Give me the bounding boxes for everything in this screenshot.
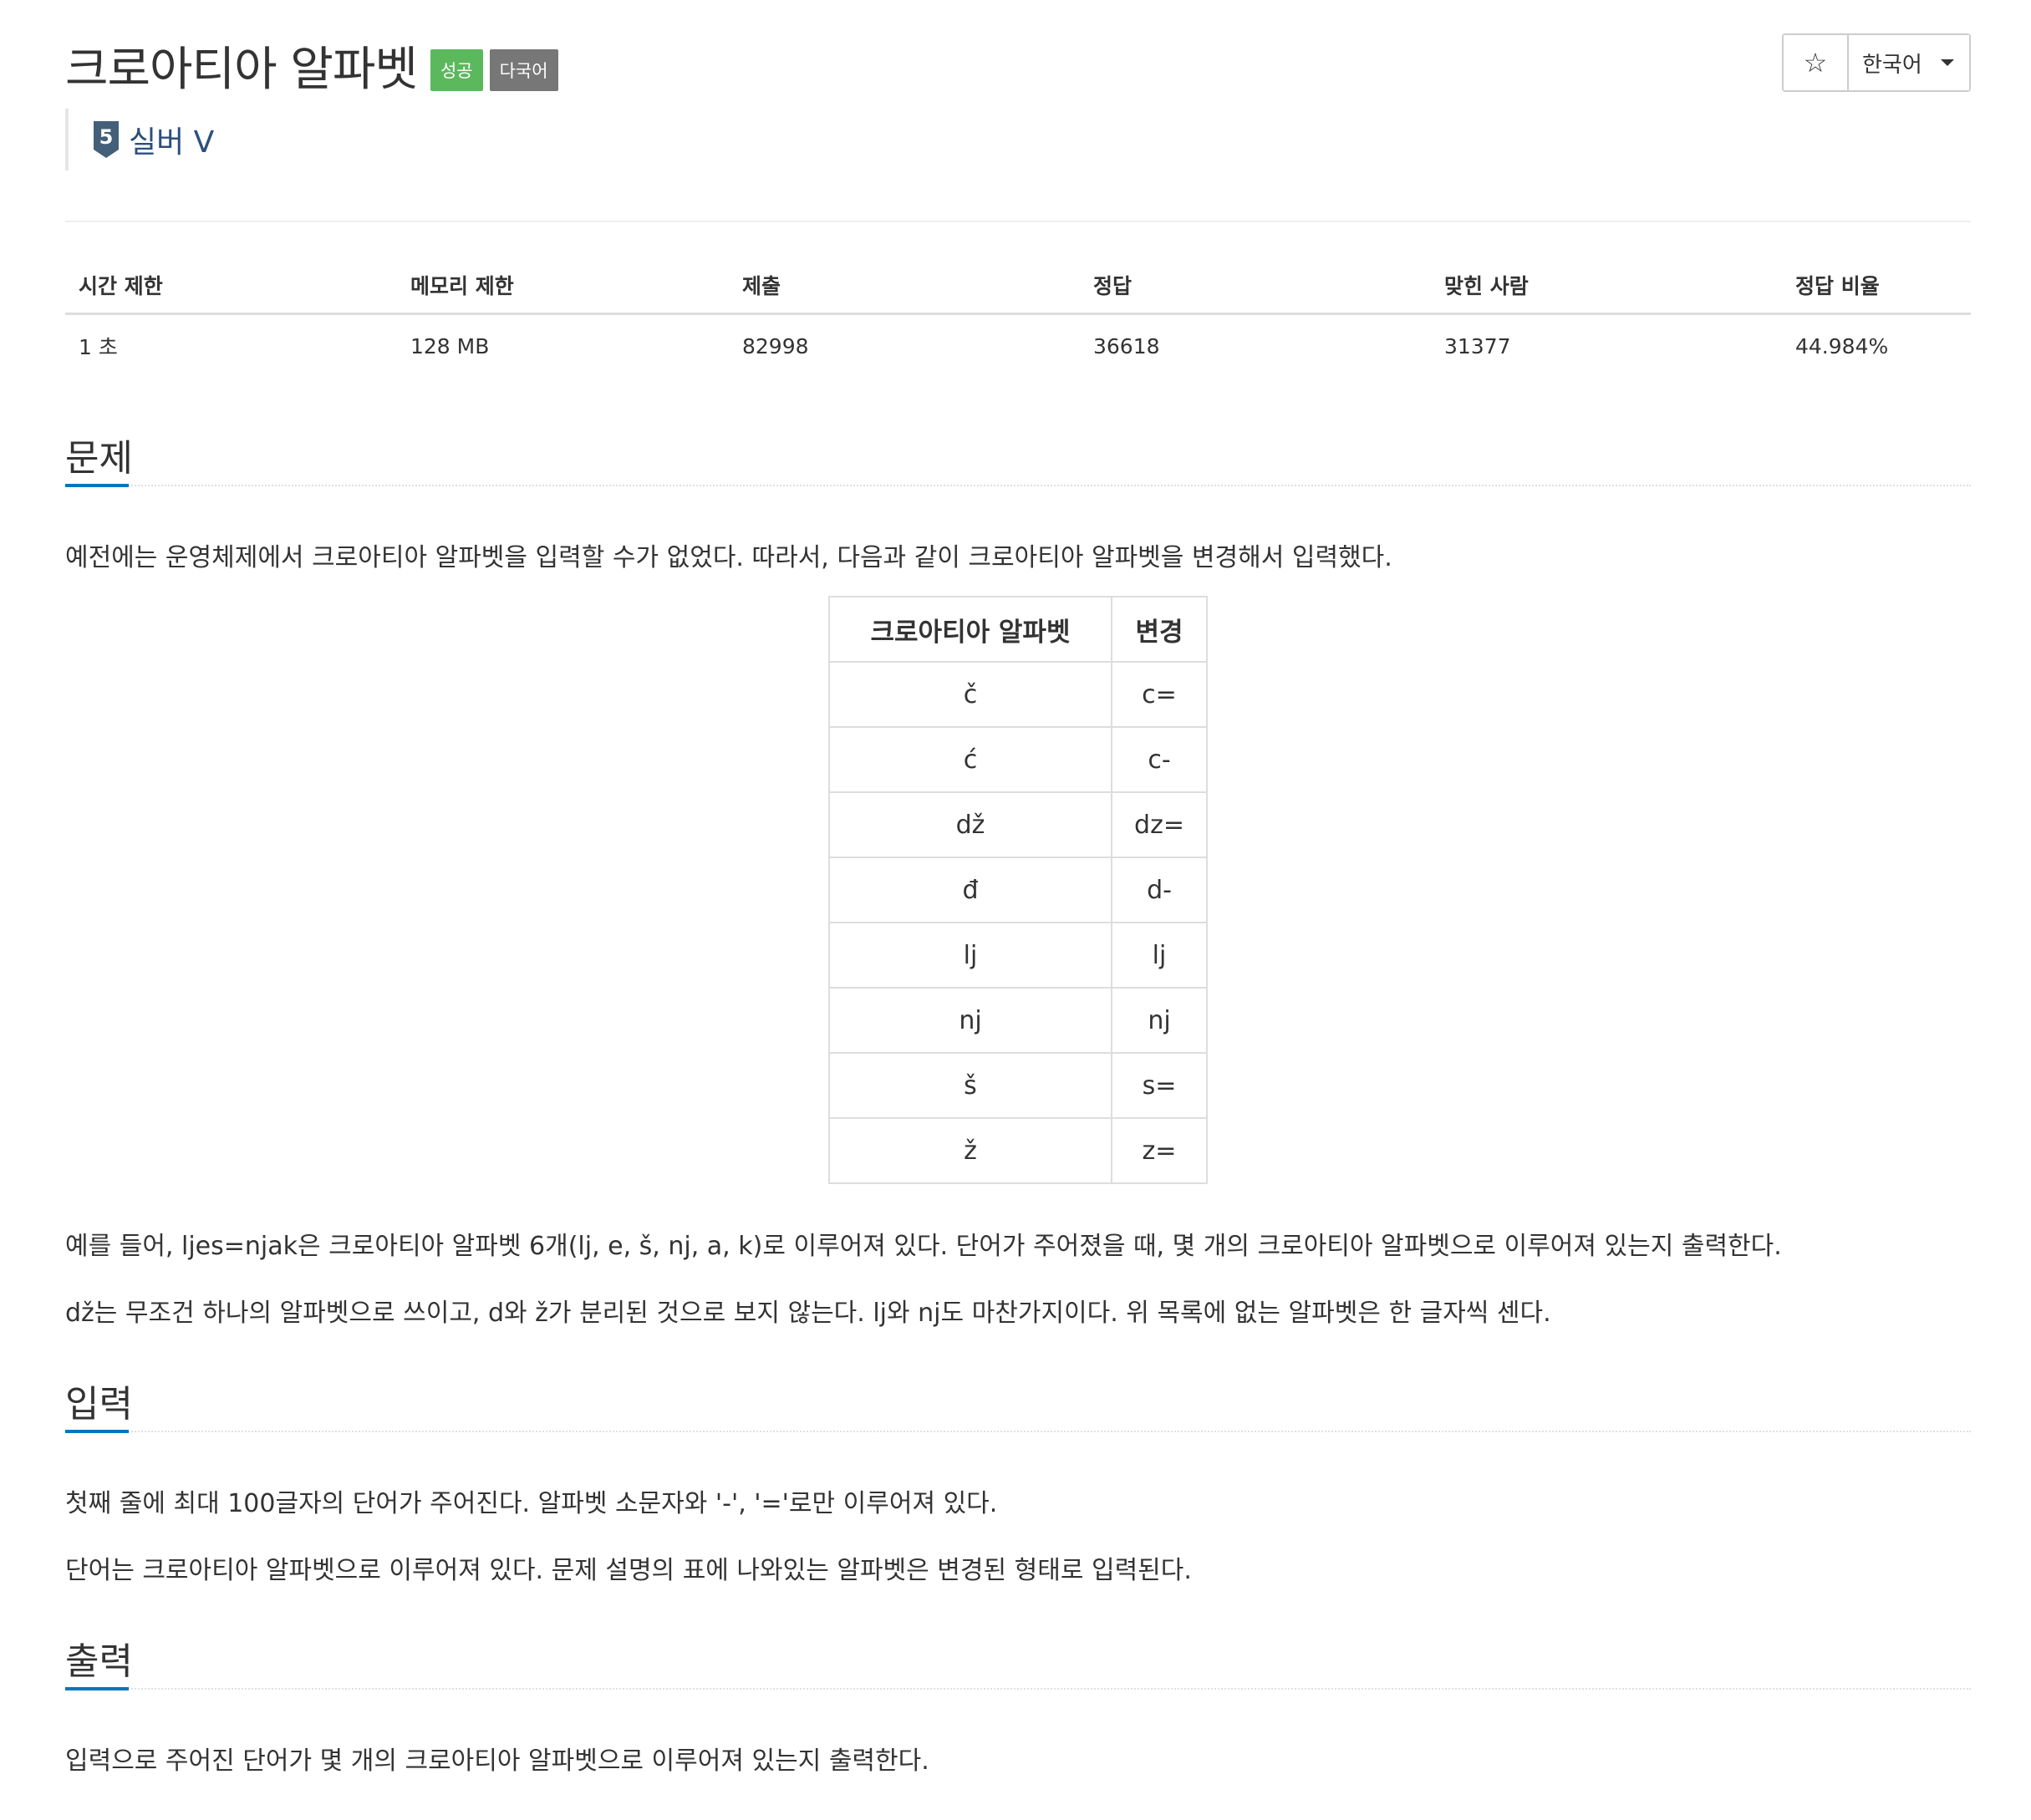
changed-cell: s= xyxy=(1111,1052,1208,1119)
alphabet-col-header: 크로아티아 알파벳 xyxy=(828,596,1112,663)
header-solved-users: 맞힌 사람 xyxy=(1431,257,1782,315)
output-paragraph-1: 입력으로 주어진 단어가 몇 개의 크로아티아 알파벳으로 이루어져 있는지 출… xyxy=(65,1746,929,1776)
description-example: 예를 들어, ljes=njak은 크로아티아 알파벳 6개(lj, e, š,… xyxy=(65,1232,1782,1261)
changed-cell: nj xyxy=(1111,987,1208,1054)
info-value-row: 1 초 128 MB 82998 36618 31377 44.984% xyxy=(65,314,1971,378)
value-accepted[interactable]: 36618 xyxy=(1080,314,1431,378)
table-row: lj lj xyxy=(828,922,1208,989)
table-row: ć c- xyxy=(828,726,1208,793)
description-section-heading: 문제 xyxy=(65,423,1971,487)
input-section-heading: 입력 xyxy=(65,1369,1971,1433)
header-accept-ratio: 정답 비율 xyxy=(1782,257,1971,315)
alphabet-cell: lj xyxy=(828,922,1112,989)
input-heading: 입력 xyxy=(65,1383,133,1426)
table-row: ž z= xyxy=(828,1117,1208,1184)
changed-cell: d- xyxy=(1111,857,1208,923)
table-row: š s= xyxy=(828,1052,1208,1119)
input-paragraph-1: 첫째 줄에 최대 100글자의 단어가 주어진다. 알파벳 소문자와 '-', … xyxy=(65,1489,998,1518)
changed-cell: dz= xyxy=(1111,791,1208,858)
value-submissions[interactable]: 82998 xyxy=(729,314,1080,378)
table-row: đ d- xyxy=(828,857,1208,923)
problem-info-table: 시간 제한 메모리 제한 제출 정답 맞힌 사람 정답 비율 1 초 128 M… xyxy=(65,257,1971,377)
heading-accent xyxy=(65,1687,129,1690)
alphabet-cell: ž xyxy=(828,1117,1112,1184)
silver-tier-icon: 5 xyxy=(94,121,119,158)
star-icon: ☆ xyxy=(1803,47,1828,79)
heading-rule xyxy=(65,1431,1971,1432)
value-memory-limit: 128 MB xyxy=(410,333,490,358)
alphabet-cell: dž xyxy=(828,791,1112,858)
output-section-heading: 출력 xyxy=(65,1626,1971,1690)
description-heading: 문제 xyxy=(65,437,133,480)
favorite-button[interactable]: ☆ xyxy=(1784,35,1849,90)
value-accept-ratio: 44.984% xyxy=(1795,333,1889,358)
alphabet-cell: č xyxy=(828,661,1112,728)
heading-accent xyxy=(65,484,129,487)
changed-cell: z= xyxy=(1111,1117,1208,1184)
header-accepted: 정답 xyxy=(1080,257,1431,315)
header-submissions: 제출 xyxy=(729,257,1080,315)
multilang-badge: 다국어 xyxy=(489,49,558,91)
tier-box[interactable]: 5 실버 V xyxy=(65,109,214,170)
changed-cell: lj xyxy=(1111,922,1208,989)
alphabet-header-row: 크로아티아 알파벳 변경 xyxy=(828,596,1208,663)
table-row: dž dz= xyxy=(828,791,1208,858)
changed-col-header: 변경 xyxy=(1111,596,1208,663)
input-paragraph-2: 단어는 크로아티아 알파벳으로 이루어져 있다. 문제 설명의 표에 나와있는 … xyxy=(65,1556,1192,1585)
info-header-row: 시간 제한 메모리 제한 제출 정답 맞힌 사람 정답 비율 xyxy=(65,257,1971,315)
header-memory-limit: 메모리 제한 xyxy=(397,257,729,315)
tier-label: 실버 V xyxy=(129,125,215,160)
toolbar: ☆ 한국어 xyxy=(1782,33,1971,92)
heading-rule xyxy=(65,1688,1971,1690)
heading-rule xyxy=(65,485,1971,486)
alphabet-table: 크로아티아 알파벳 변경 č c= ć c- dž dz= đ d- lj lj… xyxy=(828,596,1208,1184)
header-time-limit: 시간 제한 xyxy=(65,257,397,315)
status-badge-success: 성공 xyxy=(430,49,483,91)
page-title: 크로아티아 알파벳 xyxy=(65,42,418,97)
value-time-limit: 1 초 xyxy=(79,335,118,359)
title-row: 크로아티아 알파벳 성공 다국어 xyxy=(65,32,558,99)
heading-accent xyxy=(65,1430,129,1433)
divider xyxy=(65,221,1971,222)
tier-number: 5 xyxy=(99,125,114,149)
alphabet-cell: nj xyxy=(828,987,1112,1054)
table-row: nj nj xyxy=(828,987,1208,1054)
description-intro: 예전에는 운영체제에서 크로아티아 알파벳을 입력할 수가 없었다. 따라서, … xyxy=(65,543,1392,572)
changed-cell: c- xyxy=(1111,726,1208,793)
language-dropdown[interactable]: 한국어 xyxy=(1849,35,1969,90)
alphabet-cell: š xyxy=(828,1052,1112,1119)
language-label: 한국어 xyxy=(1862,52,1922,78)
table-row: č c= xyxy=(828,661,1208,728)
alphabet-cell: ć xyxy=(828,726,1112,793)
value-solved-users[interactable]: 31377 xyxy=(1431,314,1782,378)
caret-down-icon xyxy=(1940,59,1954,66)
description-note: dž는 무조건 하나의 알파벳으로 쓰이고, d와 ž가 분리된 것으로 보지 … xyxy=(65,1299,1551,1328)
changed-cell: c= xyxy=(1111,661,1208,728)
alphabet-cell: đ xyxy=(828,857,1112,923)
output-heading: 출력 xyxy=(65,1640,133,1683)
